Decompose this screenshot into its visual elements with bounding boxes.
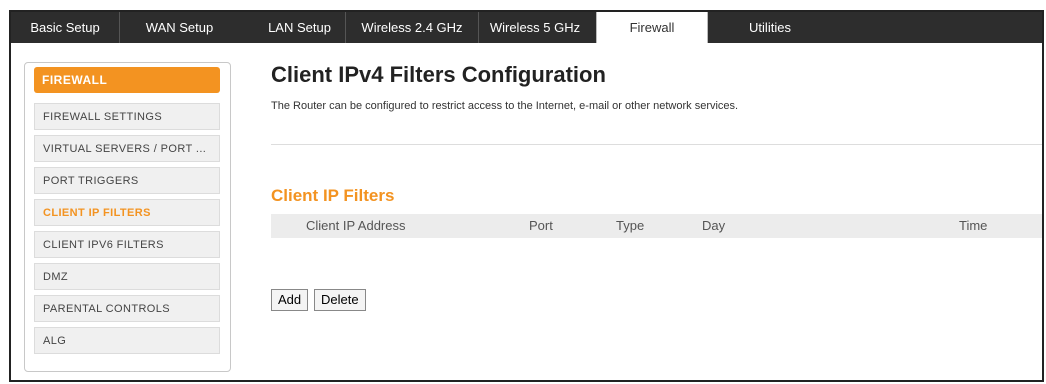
tab-lan-setup[interactable]: LAN Setup <box>254 12 346 43</box>
sidebar-item-parental-controls[interactable]: PARENTAL CONTROLS <box>34 295 220 322</box>
sidebar-item-firewall-settings[interactable]: FIREWALL SETTINGS <box>34 103 220 130</box>
tab-basic-setup[interactable]: Basic Setup <box>11 12 120 43</box>
column-header-port: Port <box>529 218 553 233</box>
sidebar: FIREWALL FIREWALL SETTINGS VIRTUAL SERVE… <box>24 62 231 372</box>
sidebar-item-client-ipv6-filters[interactable]: CLIENT IPV6 FILTERS <box>34 231 220 258</box>
filters-table-header: Client IP Address Port Type Day Time <box>271 214 1042 238</box>
section-title: Client IP Filters <box>271 186 395 205</box>
page-description: The Router can be configured to restrict… <box>271 100 739 112</box>
sidebar-item-virtual-servers[interactable]: VIRTUAL SERVERS / PORT ... <box>34 135 220 162</box>
sidebar-header: FIREWALL <box>34 67 220 93</box>
column-header-time: Time <box>959 218 988 233</box>
column-header-day: Day <box>702 218 726 233</box>
column-header-type: Type <box>616 218 645 233</box>
sidebar-item-port-triggers[interactable]: PORT TRIGGERS <box>34 167 220 194</box>
sidebar-item-client-ip-filters[interactable]: CLIENT IP FILTERS <box>34 199 220 226</box>
page-title: Client IPv4 Filters Configuration <box>271 62 606 87</box>
tab-utilities[interactable]: Utilities <box>711 12 829 43</box>
divider <box>271 144 1042 145</box>
router-admin-window: Basic Setup WAN Setup LAN Setup Wireless… <box>9 10 1044 382</box>
sidebar-item-alg[interactable]: ALG <box>34 327 220 354</box>
tab-wireless-24[interactable]: Wireless 2.4 GHz <box>346 12 479 43</box>
top-tab-bar: Basic Setup WAN Setup LAN Setup Wireless… <box>11 12 1042 43</box>
column-header-client-ip: Client IP Address <box>306 218 406 233</box>
tab-wan-setup[interactable]: WAN Setup <box>120 12 239 43</box>
sidebar-item-dmz[interactable]: DMZ <box>34 263 220 290</box>
tab-firewall[interactable]: Firewall <box>596 12 708 43</box>
add-button[interactable]: Add <box>271 289 309 311</box>
tab-wireless-5[interactable]: Wireless 5 GHz <box>479 12 591 43</box>
delete-button[interactable]: Delete <box>314 289 366 311</box>
